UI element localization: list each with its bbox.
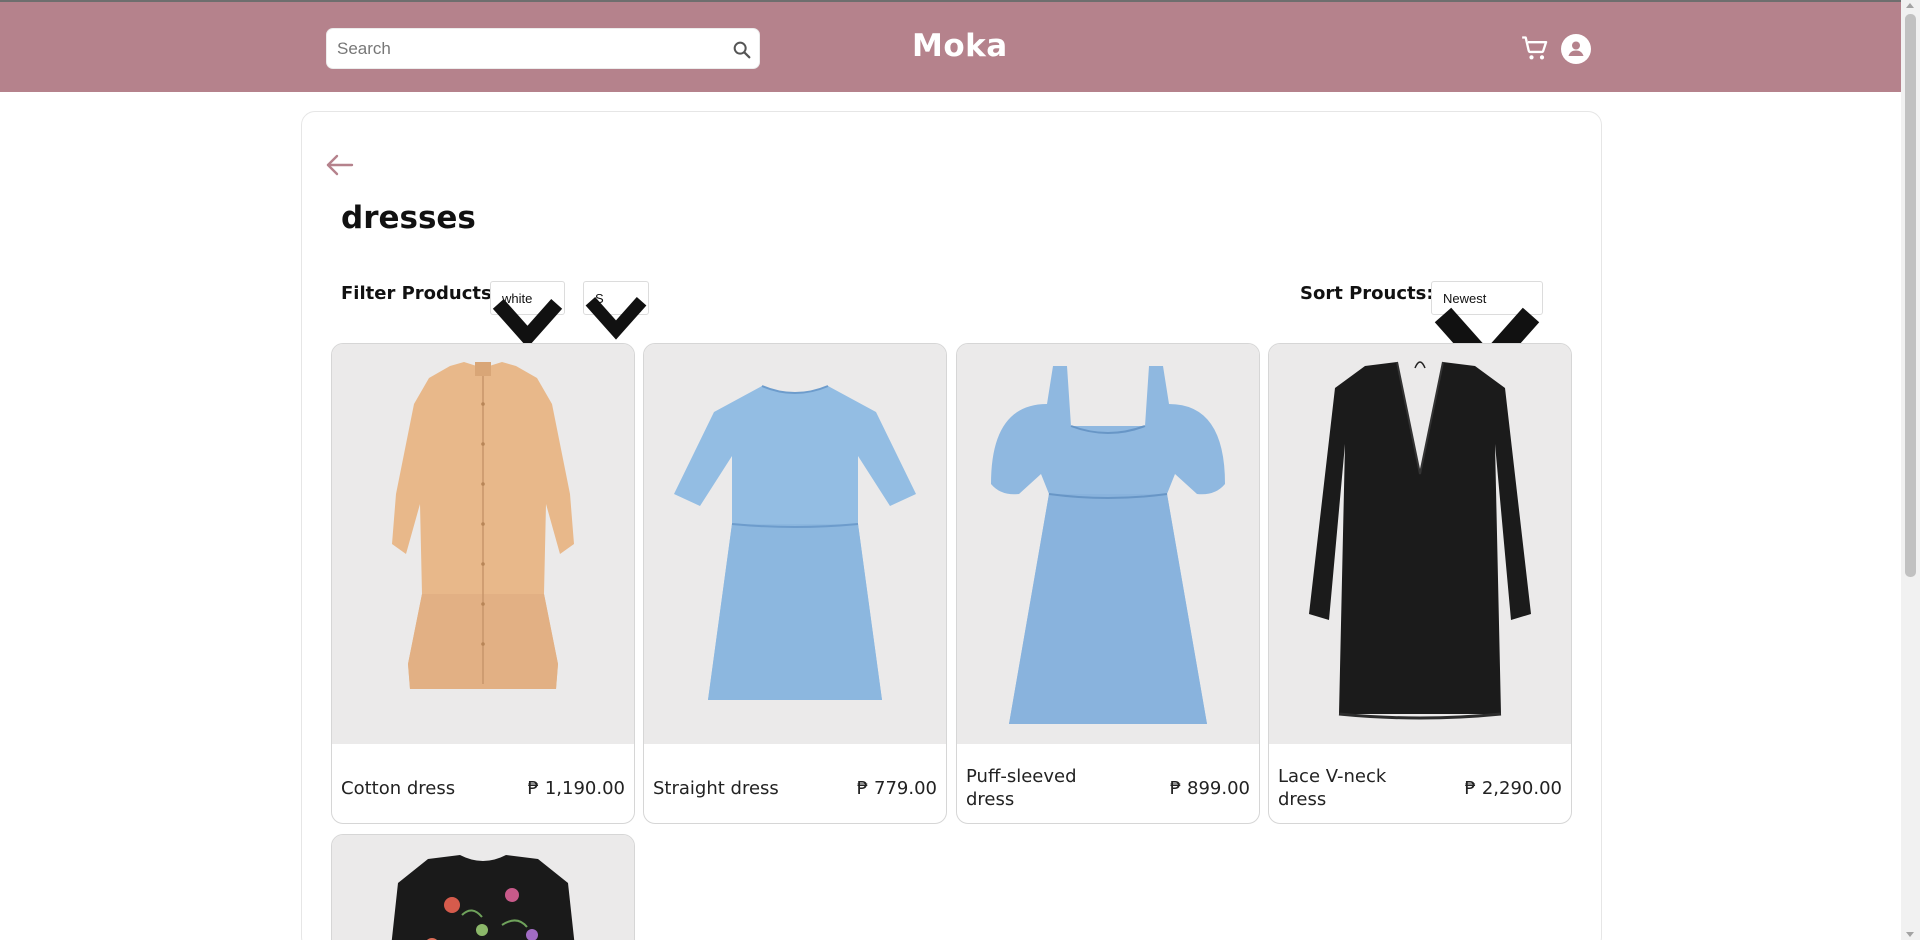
dress-puff-denim-image xyxy=(957,344,1259,744)
search-bar xyxy=(326,28,760,69)
product-image[interactable] xyxy=(957,344,1259,744)
product-card[interactable]: Lace V-neck dress ₱ 2,290.00 xyxy=(1268,343,1572,824)
product-price: ₱ 899.00 xyxy=(1169,777,1250,799)
search-input[interactable] xyxy=(337,37,717,61)
product-price: ₱ 779.00 xyxy=(856,777,937,799)
back-arrow-icon[interactable] xyxy=(325,152,355,178)
product-card[interactable]: Puff-sleeved dress ₱ 899.00 xyxy=(956,343,1260,824)
dress-beige-image xyxy=(332,344,634,744)
product-name[interactable]: Lace V-neck dress xyxy=(1278,762,1428,814)
sort-label: Sort Proucts: xyxy=(1300,283,1434,304)
product-card[interactable]: Straight dress ₱ 779.00 xyxy=(643,343,947,824)
product-card[interactable]: Cotton dress ₱ 1,190.00 xyxy=(331,343,635,824)
chevron-down-icon xyxy=(585,296,647,340)
cart-icon[interactable] xyxy=(1520,34,1550,62)
account-avatar[interactable] xyxy=(1561,34,1591,64)
product-name[interactable]: Straight dress xyxy=(653,762,803,814)
product-image[interactable] xyxy=(332,344,634,744)
sort-select[interactable]: Newest xyxy=(1431,281,1543,382)
top-header: Moka xyxy=(0,0,1901,92)
product-image[interactable] xyxy=(332,835,634,940)
filter-label: Filter Products: xyxy=(341,283,499,304)
sort-value: Newest xyxy=(1443,291,1487,306)
scroll-up-arrow-icon[interactable] xyxy=(1906,3,1914,8)
product-price: ₱ 2,290.00 xyxy=(1464,777,1562,799)
product-name[interactable]: Cotton dress xyxy=(341,762,491,814)
product-image[interactable] xyxy=(1269,344,1571,744)
dress-floral-black-image xyxy=(332,835,634,940)
product-price: ₱ 1,190.00 xyxy=(527,777,625,799)
color-filter-select[interactable]: white xyxy=(490,281,565,348)
page-title: dresses xyxy=(341,200,476,236)
dress-black-lace-image xyxy=(1269,344,1571,744)
search-icon[interactable] xyxy=(731,39,753,61)
product-image[interactable] xyxy=(644,344,946,744)
size-filter-value: S xyxy=(595,291,604,306)
dress-denim-image xyxy=(644,344,946,744)
page-scrollbar[interactable] xyxy=(1901,0,1920,940)
user-icon xyxy=(1568,41,1584,56)
brand-logo[interactable]: Moka xyxy=(912,28,1008,64)
color-filter-value: white xyxy=(502,291,533,306)
product-card[interactable] xyxy=(331,834,635,940)
size-filter-select[interactable]: S xyxy=(583,281,649,340)
product-name[interactable]: Puff-sleeved dress xyxy=(966,762,1116,814)
scroll-down-arrow-icon[interactable] xyxy=(1906,932,1914,937)
scroll-thumb[interactable] xyxy=(1905,14,1916,577)
